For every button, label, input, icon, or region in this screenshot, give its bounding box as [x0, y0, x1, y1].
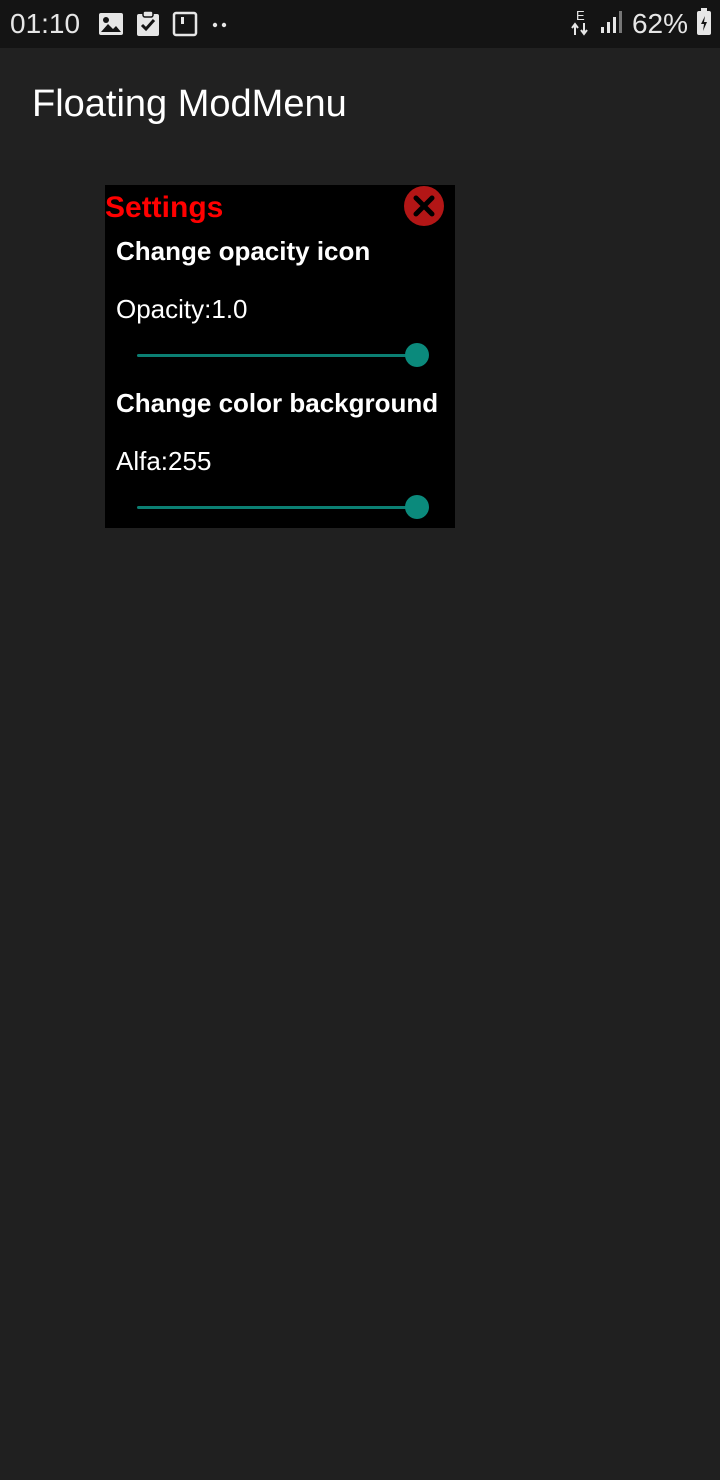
alpha-value-label: Alfa:255 — [116, 446, 212, 476]
gallery-icon — [98, 12, 124, 36]
color-section-heading: Change color background — [116, 388, 439, 418]
more-dots-icon — [210, 11, 230, 37]
opacity-value-label: Opacity:1.0 — [116, 294, 248, 324]
status-bar: 01:10 E 62% — [0, 0, 720, 48]
app-bar: Floating ModMenu — [0, 48, 720, 160]
square-notification-icon — [172, 11, 198, 37]
network-e-icon: E — [570, 7, 592, 42]
settings-menu-panel[interactable]: Settings Change opacity icon Opacity:1.0… — [105, 185, 455, 528]
alpha-slider[interactable] — [137, 494, 429, 520]
status-icons-left — [98, 10, 230, 38]
opacity-slider[interactable] — [137, 342, 429, 368]
app-title: Floating ModMenu — [32, 83, 347, 125]
battery-percentage: 62% — [631, 8, 688, 39]
battery-icon — [696, 7, 712, 41]
opacity-section-heading: Change opacity icon — [116, 236, 371, 266]
svg-text:E: E — [576, 8, 585, 23]
status-icons-right: E 62% — [570, 6, 712, 42]
slider-track — [137, 354, 417, 357]
signal-icon — [600, 10, 624, 39]
menu-title: Settings — [105, 191, 224, 224]
status-time: 01:10 — [10, 8, 81, 39]
slider-thumb[interactable] — [405, 495, 429, 519]
close-button[interactable] — [403, 185, 445, 227]
slider-track — [137, 506, 417, 509]
close-circle-icon — [404, 186, 444, 226]
slider-thumb[interactable] — [405, 343, 429, 367]
clipboard-check-icon — [136, 11, 160, 37]
